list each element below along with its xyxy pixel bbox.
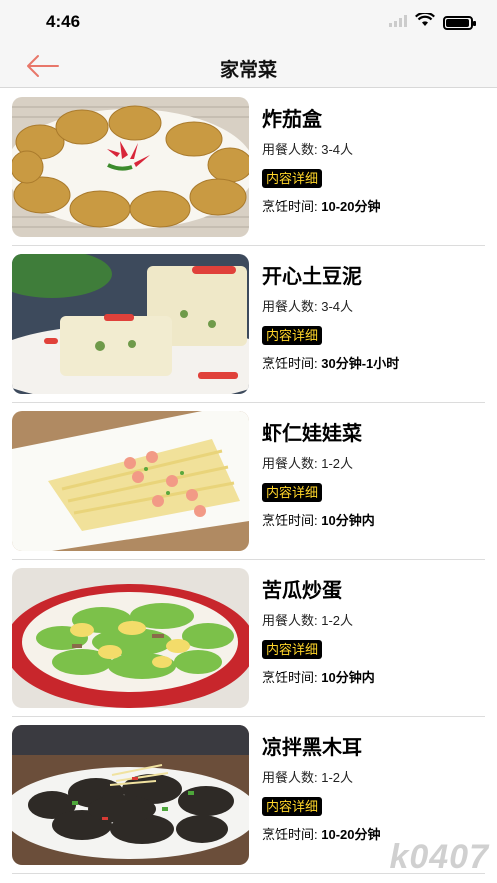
dish-name: 虾仁娃娃菜 bbox=[262, 423, 362, 445]
servings-value: 3-4人 bbox=[321, 299, 354, 314]
servings-label: 用餐人数: bbox=[262, 142, 318, 157]
cook-time: 烹饪时间: 30分钟-1小时 bbox=[262, 355, 485, 373]
detail-tag[interactable]: 内容详细 bbox=[262, 169, 323, 188]
list-item[interactable]: 炸茄盒 用餐人数: 3-4人 内容详细 烹饪时间: 10-20分钟 bbox=[12, 89, 485, 246]
watermark: k0407 bbox=[389, 838, 489, 876]
cook-time-value: 10分钟内 bbox=[321, 670, 375, 685]
list-item[interactable]: 开心土豆泥 用餐人数: 3-4人 内容详细 烹饪时间: 30分钟-1小时 bbox=[12, 246, 485, 403]
dish-name: 苦瓜炒蛋 bbox=[262, 580, 342, 602]
recipe-info: 虾仁娃娃菜 用餐人数: 1-2人 内容详细 烹饪时间: 10分钟内 bbox=[262, 421, 485, 530]
servings-label: 用餐人数: bbox=[262, 299, 318, 314]
detail-tag[interactable]: 内容详细 bbox=[262, 640, 323, 659]
dish-image[interactable] bbox=[12, 411, 249, 551]
servings: 用餐人数: 1-2人 bbox=[262, 769, 485, 787]
cook-time: 烹饪时间: 10-20分钟 bbox=[262, 198, 485, 216]
servings: 用餐人数: 1-2人 bbox=[262, 455, 485, 473]
recipe-info: 苦瓜炒蛋 用餐人数: 1-2人 内容详细 烹饪时间: 10分钟内 bbox=[262, 578, 485, 687]
cook-time-value: 10-20分钟 bbox=[321, 199, 381, 214]
cook-time-value: 30分钟-1小时 bbox=[321, 356, 400, 371]
cook-time: 烹饪时间: 10分钟内 bbox=[262, 512, 485, 530]
dish-image[interactable] bbox=[12, 254, 249, 394]
detail-tag[interactable]: 内容详细 bbox=[262, 326, 323, 345]
servings: 用餐人数: 3-4人 bbox=[262, 141, 485, 159]
servings-value: 1-2人 bbox=[321, 770, 354, 785]
recipe-list: 炸茄盒 用餐人数: 3-4人 内容详细 烹饪时间: 10-20分钟 开心土豆泥 … bbox=[0, 89, 497, 874]
wifi-icon bbox=[415, 11, 435, 32]
detail-tag[interactable]: 内容详细 bbox=[262, 797, 323, 816]
cook-time-label: 烹饪时间: bbox=[262, 356, 318, 371]
recipe-info: 炸茄盒 用餐人数: 3-4人 内容详细 烹饪时间: 10-20分钟 bbox=[262, 107, 485, 216]
servings-label: 用餐人数: bbox=[262, 770, 318, 785]
servings-value: 3-4人 bbox=[321, 142, 354, 157]
list-item[interactable]: 虾仁娃娃菜 用餐人数: 1-2人 内容详细 烹饪时间: 10分钟内 bbox=[12, 403, 485, 560]
status-time: 4:46 bbox=[46, 12, 81, 31]
cook-time-value: 10分钟内 bbox=[321, 513, 375, 528]
signal-icon bbox=[389, 14, 407, 32]
servings: 用餐人数: 3-4人 bbox=[262, 298, 485, 316]
dish-name: 炸茄盒 bbox=[262, 109, 322, 131]
status-bar: 4:46 bbox=[0, 0, 497, 44]
cook-time-label: 烹饪时间: bbox=[262, 827, 318, 842]
cook-time: 烹饪时间: 10分钟内 bbox=[262, 669, 485, 687]
recipe-info: 开心土豆泥 用餐人数: 3-4人 内容详细 烹饪时间: 30分钟-1小时 bbox=[262, 264, 485, 373]
dish-image[interactable] bbox=[12, 725, 249, 865]
detail-tag[interactable]: 内容详细 bbox=[262, 483, 323, 502]
servings-value: 1-2人 bbox=[321, 456, 354, 471]
dish-name: 凉拌黑木耳 bbox=[262, 737, 362, 759]
nav-bar: 家常菜 bbox=[0, 44, 497, 88]
servings-label: 用餐人数: bbox=[262, 456, 318, 471]
cook-time-label: 烹饪时间: bbox=[262, 199, 318, 214]
status-icons bbox=[389, 11, 476, 32]
dish-name: 开心土豆泥 bbox=[262, 266, 362, 288]
dish-image[interactable] bbox=[12, 97, 249, 237]
servings-label: 用餐人数: bbox=[262, 613, 318, 628]
recipe-info: 凉拌黑木耳 用餐人数: 1-2人 内容详细 烹饪时间: 10-20分钟 bbox=[262, 735, 485, 844]
cook-time-value: 10-20分钟 bbox=[321, 827, 381, 842]
battery-icon bbox=[443, 15, 476, 30]
list-item[interactable]: 苦瓜炒蛋 用餐人数: 1-2人 内容详细 烹饪时间: 10分钟内 bbox=[12, 560, 485, 717]
servings: 用餐人数: 1-2人 bbox=[262, 612, 485, 630]
servings-value: 1-2人 bbox=[321, 613, 354, 628]
dish-image[interactable] bbox=[12, 568, 249, 708]
cook-time-label: 烹饪时间: bbox=[262, 670, 318, 685]
page-title: 家常菜 bbox=[219, 60, 277, 81]
cook-time-label: 烹饪时间: bbox=[262, 513, 318, 528]
